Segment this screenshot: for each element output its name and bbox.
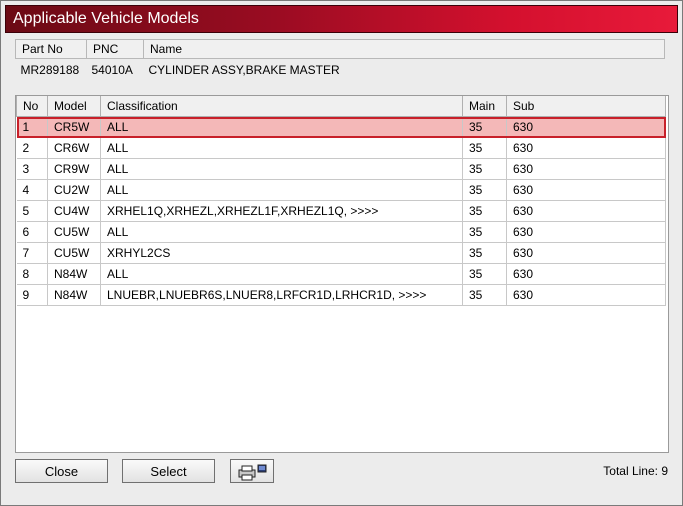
cell-main: 35 xyxy=(462,200,507,222)
table-row[interactable]: 1 CR5W ALL 35 630 xyxy=(16,116,666,138)
cell-sub: 630 xyxy=(506,200,666,222)
cell-main: 35 xyxy=(462,158,507,180)
cell-sub: 630 xyxy=(506,179,666,201)
cell-classification: ALL xyxy=(100,221,463,243)
title-bar[interactable]: Applicable Vehicle Models xyxy=(5,5,678,33)
cell-sub: 630 xyxy=(506,116,666,138)
cell-no: 7 xyxy=(16,242,48,264)
col-main-header[interactable]: Main xyxy=(462,96,507,117)
pnc-value: 54010A xyxy=(91,63,133,77)
cell-main: 35 xyxy=(462,221,507,243)
cell-no: 1 xyxy=(16,116,48,138)
part-name-value: CYLINDER ASSY,BRAKE MASTER xyxy=(148,63,340,77)
col-model-header[interactable]: Model xyxy=(47,96,101,117)
cell-classification: ALL xyxy=(100,116,463,138)
print-button[interactable] xyxy=(230,459,274,483)
cell-model: CR6W xyxy=(47,137,101,159)
name-header: Name xyxy=(143,39,665,59)
table-row[interactable]: 9 N84W LNUEBR,LNUEBR6S,LNUER8,LRFCR1D,LRHC… xyxy=(16,284,666,306)
cell-no: 2 xyxy=(16,137,48,159)
cell-sub: 630 xyxy=(506,284,666,306)
table-row[interactable]: 3 CR9W ALL 35 630 xyxy=(16,158,666,180)
printer-icon xyxy=(238,464,267,481)
cell-main: 35 xyxy=(462,116,507,138)
cell-main: 35 xyxy=(462,242,507,264)
part-no-header: Part No xyxy=(15,39,87,59)
cell-model: CU2W xyxy=(47,179,101,201)
table-row[interactable]: 7 CU5W XRHYL2CS 35 630 xyxy=(16,242,666,264)
cell-no: 9 xyxy=(16,284,48,306)
cell-no: 3 xyxy=(16,158,48,180)
cell-sub: 630 xyxy=(506,137,666,159)
cell-no: 4 xyxy=(16,179,48,201)
cell-model: CU4W xyxy=(47,200,101,222)
cell-main: 35 xyxy=(462,284,507,306)
cell-main: 35 xyxy=(462,137,507,159)
cell-sub: 630 xyxy=(506,221,666,243)
cell-model: CU5W xyxy=(47,221,101,243)
table-row[interactable]: 4 CU2W ALL 35 630 xyxy=(16,179,666,201)
cell-model: CR5W xyxy=(47,116,101,138)
table-row[interactable]: 6 CU5W ALL 35 630 xyxy=(16,221,666,243)
select-button[interactable]: Select xyxy=(122,459,215,483)
table-row[interactable]: 8 N84W ALL 35 630 xyxy=(16,263,666,285)
cell-model: N84W xyxy=(47,284,101,306)
cell-classification: ALL xyxy=(100,158,463,180)
table-row[interactable]: 2 CR6W ALL 35 630 xyxy=(16,137,666,159)
cell-classification: ALL xyxy=(100,179,463,201)
col-no-header[interactable]: No xyxy=(16,96,48,117)
cell-classification: LNUEBR,LNUEBR6S,LNUER8,LRFCR1D,LRHCR1D, … xyxy=(100,284,463,306)
part-info-table: Part No PNC Name MR289188 54010A CYLINDE… xyxy=(15,39,665,81)
window-title: Applicable Vehicle Models xyxy=(13,10,199,27)
cell-sub: 630 xyxy=(506,158,666,180)
cell-model: CR9W xyxy=(47,158,101,180)
pnc-header: PNC xyxy=(86,39,144,59)
dialog-window: Applicable Vehicle Models Part No PNC Na… xyxy=(0,0,683,506)
cell-main: 35 xyxy=(462,179,507,201)
cell-no: 5 xyxy=(16,200,48,222)
cell-model: N84W xyxy=(47,263,101,285)
cell-main: 35 xyxy=(462,263,507,285)
cell-classification: ALL xyxy=(100,263,463,285)
cell-no: 6 xyxy=(16,221,48,243)
vehicle-models-list[interactable]: No Model Classification Main Sub 1 CR5W AL… xyxy=(15,95,669,453)
table-row[interactable]: 5 CU4W XRHEL1Q,XRHEZL,XRHEZL1F,XRHEZL1Q, >… xyxy=(16,200,666,222)
col-sub-header[interactable]: Sub xyxy=(506,96,666,117)
cell-classification: XRHYL2CS xyxy=(100,242,463,264)
cell-sub: 630 xyxy=(506,263,666,285)
total-line-label: Total Line: 9 xyxy=(603,464,668,478)
col-classification-header[interactable]: Classification xyxy=(100,96,463,117)
cell-classification: ALL xyxy=(100,137,463,159)
cell-classification: XRHEL1Q,XRHEZL,XRHEZL1F,XRHEZL1Q, >>>> xyxy=(100,200,463,222)
cell-model: CU5W xyxy=(47,242,101,264)
close-button[interactable]: Close xyxy=(15,459,108,483)
cell-sub: 630 xyxy=(506,242,666,264)
cell-no: 8 xyxy=(16,263,48,285)
part-no-value: MR289188 xyxy=(20,63,80,77)
